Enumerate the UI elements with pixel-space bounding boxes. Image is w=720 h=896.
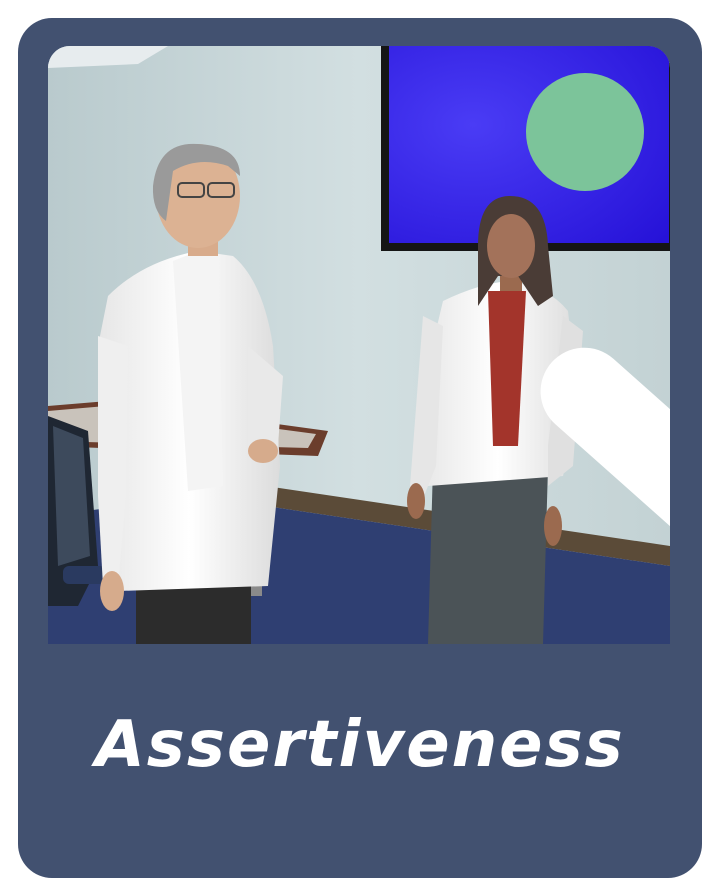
card-title: Assertiveness bbox=[95, 708, 625, 782]
check-icon bbox=[540, 347, 670, 527]
scene-image bbox=[48, 46, 670, 644]
completed-badge bbox=[526, 73, 670, 527]
skill-card[interactable]: Assertiveness bbox=[18, 18, 702, 878]
